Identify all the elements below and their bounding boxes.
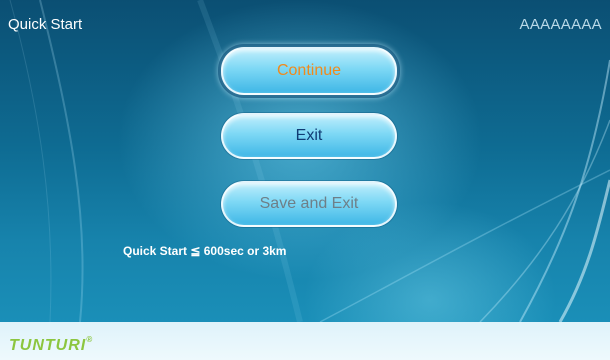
brand-logo: TUNTURI® (9, 335, 94, 355)
screen-background: Quick Start AAAAAAAA Continue Exit Save … (0, 0, 610, 322)
save-and-exit-button[interactable]: Save and Exit (221, 181, 397, 227)
save-and-exit-button-label: Save and Exit (259, 195, 359, 212)
continue-button-label: Continue (276, 62, 342, 79)
exit-button-label: Exit (295, 127, 323, 144)
brand-logo-text: TUNTURI (9, 337, 87, 354)
device-id-label: AAAAAAAA (519, 16, 602, 33)
trademark-symbol: ® (86, 335, 94, 344)
quick-start-limit-note: Quick Start ≦ 600sec or 3km (123, 244, 287, 258)
page-title: Quick Start (8, 16, 83, 33)
continue-button[interactable]: Continue (221, 47, 397, 95)
exit-button[interactable]: Exit (221, 113, 397, 159)
